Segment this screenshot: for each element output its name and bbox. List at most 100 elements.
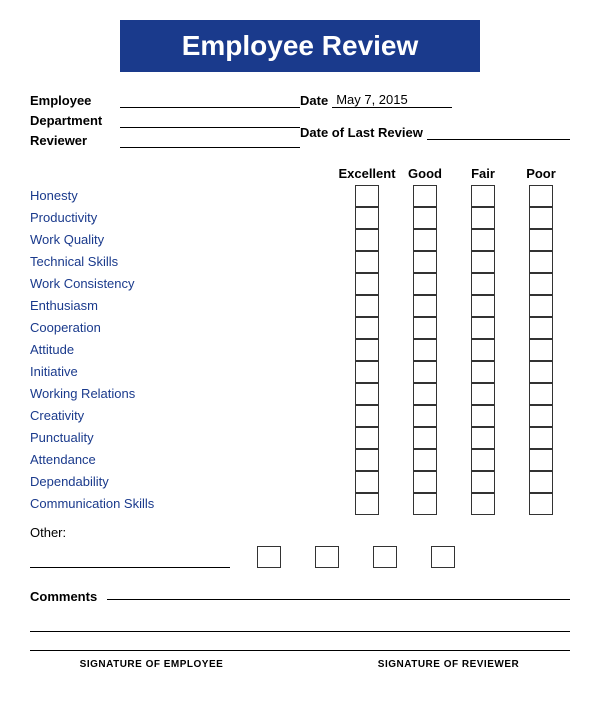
criteria-name: Enthusiasm [30,295,338,317]
rating-columns-header: Excellent Good Fair Poor [338,166,570,181]
cooperation-fair-checkbox[interactable] [471,317,495,339]
comments-label: Comments [30,589,97,604]
table-row: Communication Skills [30,493,570,515]
employee-input[interactable] [120,92,300,108]
enthusiasm-fair-checkbox[interactable] [471,295,495,317]
punctuality-fair-checkbox[interactable] [471,427,495,449]
cooperation-poor-checkbox[interactable] [529,317,553,339]
initiative-excellent-checkbox[interactable] [355,361,379,383]
communication-skills-poor-checkbox[interactable] [529,493,553,515]
communication-skills-fair-checkbox[interactable] [471,493,495,515]
creativity-poor-checkbox[interactable] [529,405,553,427]
reviewer-input[interactable] [120,132,300,148]
punctuality-good-checkbox[interactable] [413,427,437,449]
work-quality-excellent-checkbox[interactable] [355,229,379,251]
work-consistency-fair-checkbox[interactable] [471,273,495,295]
technical-skills-excellent-checkbox[interactable] [355,251,379,273]
technical-skills-good-checkbox[interactable] [413,251,437,273]
honesty-good-checkbox[interactable] [413,185,437,207]
title-bar: Employee Review [120,20,480,72]
table-row: Honesty [30,185,570,207]
cooperation-excellent-checkbox[interactable] [355,317,379,339]
productivity-good-checkbox[interactable] [413,207,437,229]
working-relations-good-checkbox[interactable] [413,383,437,405]
enthusiasm-excellent-checkbox[interactable] [355,295,379,317]
honesty-fair-checkbox[interactable] [471,185,495,207]
table-row: Working Relations [30,383,570,405]
dependability-fair-checkbox[interactable] [471,471,495,493]
comments-input-line1[interactable] [107,584,570,600]
work-quality-fair-checkbox[interactable] [471,229,495,251]
criteria-name: Communication Skills [30,493,338,515]
attitude-poor-checkbox[interactable] [529,339,553,361]
creativity-fair-checkbox[interactable] [471,405,495,427]
other-good-checkbox[interactable] [315,546,339,568]
other-input[interactable] [30,552,230,568]
work-quality-poor-checkbox[interactable] [529,229,553,251]
table-row: Initiative [30,361,570,383]
attendance-poor-checkbox[interactable] [529,449,553,471]
work-consistency-excellent-checkbox[interactable] [355,273,379,295]
creativity-excellent-checkbox[interactable] [355,405,379,427]
other-fair-checkbox[interactable] [373,546,397,568]
enthusiasm-good-checkbox[interactable] [413,295,437,317]
punctuality-poor-checkbox[interactable] [529,427,553,449]
date-last-review-input[interactable] [427,124,570,140]
comments-input-line2[interactable] [30,616,570,632]
creativity-good-checkbox[interactable] [413,405,437,427]
working-relations-poor-checkbox[interactable] [529,383,553,405]
date-last-review-label: Date of Last Review [300,125,423,140]
department-label: Department [30,113,120,128]
reviewer-label: Reviewer [30,133,120,148]
criteria-name: Attendance [30,449,338,471]
other-excellent-checkbox[interactable] [257,546,281,568]
productivity-fair-checkbox[interactable] [471,207,495,229]
criteria-name: Initiative [30,361,338,383]
table-row: Attitude [30,339,570,361]
work-consistency-poor-checkbox[interactable] [529,273,553,295]
dependability-good-checkbox[interactable] [413,471,437,493]
other-label: Other: [30,525,570,540]
productivity-excellent-checkbox[interactable] [355,207,379,229]
working-relations-fair-checkbox[interactable] [471,383,495,405]
attendance-excellent-checkbox[interactable] [355,449,379,471]
table-row: Enthusiasm [30,295,570,317]
employee-signature-label: SIGNATURE OF EMPLOYEE [80,659,224,670]
criteria-name: Working Relations [30,383,338,405]
table-row: Dependability [30,471,570,493]
cooperation-good-checkbox[interactable] [413,317,437,339]
enthusiasm-poor-checkbox[interactable] [529,295,553,317]
technical-skills-poor-checkbox[interactable] [529,251,553,273]
work-consistency-good-checkbox[interactable] [413,273,437,295]
attendance-good-checkbox[interactable] [413,449,437,471]
attitude-good-checkbox[interactable] [413,339,437,361]
productivity-poor-checkbox[interactable] [529,207,553,229]
employee-label: Employee [30,93,120,108]
work-quality-good-checkbox[interactable] [413,229,437,251]
honesty-poor-checkbox[interactable] [529,185,553,207]
employee-signature-block: SIGNATURE OF EMPLOYEE [30,655,273,670]
col-poor: Poor [512,166,570,181]
communication-skills-good-checkbox[interactable] [413,493,437,515]
communication-skills-excellent-checkbox[interactable] [355,493,379,515]
attitude-fair-checkbox[interactable] [471,339,495,361]
department-input[interactable] [120,112,300,128]
col-fair: Fair [454,166,512,181]
technical-skills-fair-checkbox[interactable] [471,251,495,273]
table-row: Attendance [30,449,570,471]
dependability-poor-checkbox[interactable] [529,471,553,493]
initiative-poor-checkbox[interactable] [529,361,553,383]
attendance-fair-checkbox[interactable] [471,449,495,471]
dependability-excellent-checkbox[interactable] [355,471,379,493]
attitude-excellent-checkbox[interactable] [355,339,379,361]
other-poor-checkbox[interactable] [431,546,455,568]
criteria-name: Dependability [30,471,338,493]
initiative-fair-checkbox[interactable] [471,361,495,383]
honesty-excellent-checkbox[interactable] [355,185,379,207]
criteria-name: Honesty [30,185,338,207]
criteria-name: Attitude [30,339,338,361]
punctuality-excellent-checkbox[interactable] [355,427,379,449]
initiative-good-checkbox[interactable] [413,361,437,383]
table-row: Creativity [30,405,570,427]
working-relations-excellent-checkbox[interactable] [355,383,379,405]
